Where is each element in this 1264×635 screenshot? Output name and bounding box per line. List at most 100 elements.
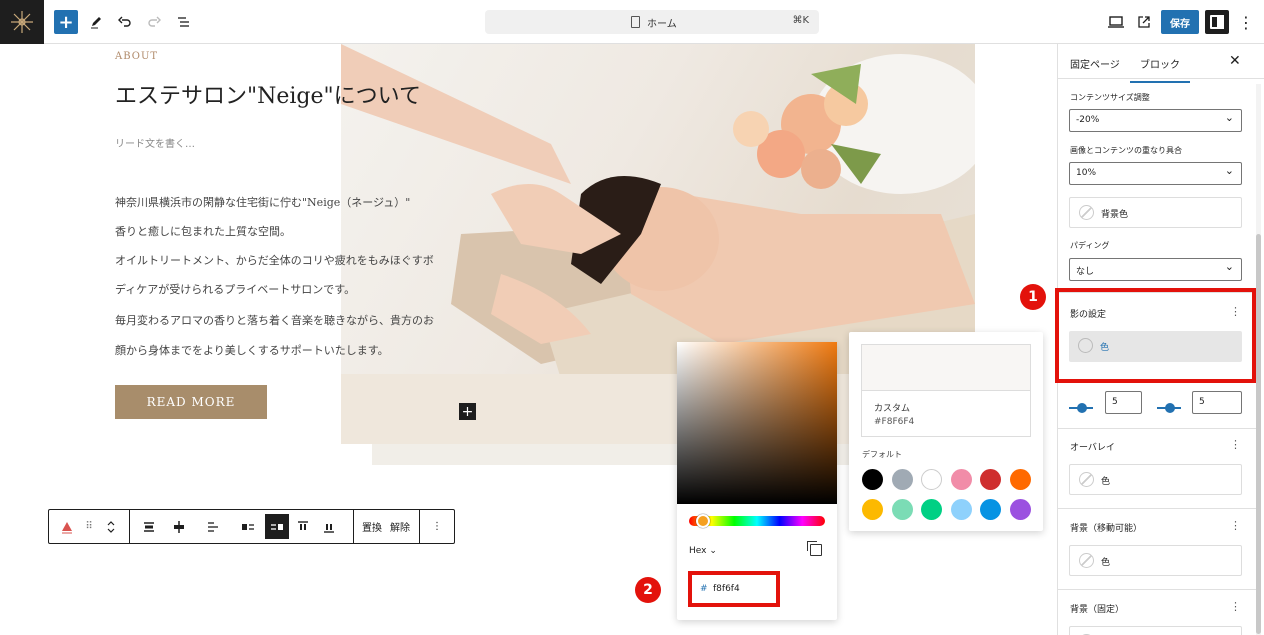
- saturation-area[interactable]: [677, 342, 837, 504]
- preview-device-button[interactable]: [1104, 10, 1128, 34]
- color-swatch[interactable]: [921, 469, 942, 490]
- align-wide-icon[interactable]: [137, 510, 161, 543]
- color-format-select[interactable]: Hex ⌄: [689, 546, 717, 556]
- paragraph-line[interactable]: 神奈川県横浜市の閑静な住宅街に佇む"Neige（ネージュ）": [115, 194, 410, 210]
- background-color-button[interactable]: 背景色: [1069, 197, 1242, 228]
- color-palette-popover: カスタム #F8F6F4 デフォルト: [849, 332, 1043, 531]
- bg-movable-title: 背景（移動可能）: [1070, 524, 1143, 534]
- vertical-align-top-icon[interactable]: [291, 510, 315, 543]
- overlay-color-button[interactable]: 色: [1069, 464, 1242, 495]
- bg-fixed-title: 背景（固定）: [1070, 605, 1125, 615]
- tab-page[interactable]: 固定ページ: [1070, 56, 1120, 71]
- color-swatch[interactable]: [1009, 499, 1031, 520]
- hue-slider-thumb[interactable]: [696, 514, 710, 528]
- shortcut-hint: ⌘K: [792, 15, 809, 26]
- color-swatch[interactable]: [980, 469, 1001, 490]
- color-swatch[interactable]: [862, 469, 883, 490]
- read-more-button[interactable]: READ MORE: [115, 385, 267, 419]
- chevrons-icon: [107, 520, 115, 533]
- section-divider: [1058, 589, 1256, 590]
- paragraph-line[interactable]: 顔から身体までをより美しくするサポートいたします。: [115, 342, 389, 358]
- annotation-badge-2: 2: [635, 577, 661, 603]
- lead-text-placeholder[interactable]: リード文を書く…: [115, 135, 195, 150]
- replace-button[interactable]: 置換: [359, 510, 385, 543]
- drag-handle-icon[interactable]: ⠿: [79, 510, 99, 543]
- block-toolbar: ⠿ 置換 解除 ⋮: [48, 509, 455, 544]
- media-right-icon[interactable]: [265, 514, 289, 539]
- settings-panel-toggle[interactable]: [1205, 10, 1229, 34]
- background-color-label: 背景色: [1101, 210, 1129, 220]
- site-logo[interactable]: [0, 0, 44, 44]
- color-picker-popover: Hex ⌄ # f8f6f4: [677, 342, 837, 620]
- bg-fixed-options-kebab-icon[interactable]: ⋮: [1230, 600, 1241, 613]
- overlay-title: オーバレイ: [1070, 443, 1115, 453]
- snowflake-logo-icon: [11, 11, 33, 33]
- undo-icon: [118, 16, 131, 27]
- text-align-icon[interactable]: [201, 510, 225, 543]
- custom-color-preview[interactable]: カスタム #F8F6F4: [861, 344, 1031, 437]
- section-divider: [1058, 428, 1256, 429]
- bg-fixed-color-button[interactable]: [1069, 626, 1242, 635]
- hex-input[interactable]: # f8f6f4: [688, 571, 780, 607]
- bg-movable-color-button[interactable]: 色: [1069, 545, 1242, 576]
- valign-top-glyph: [298, 520, 308, 530]
- desktop-icon: [1108, 16, 1124, 28]
- external-link-icon: [1138, 16, 1150, 28]
- document-title: ホーム: [647, 19, 677, 30]
- redo-button[interactable]: [142, 10, 166, 34]
- close-icon[interactable]: ✕: [1229, 53, 1241, 69]
- shadow-h-input[interactable]: 5: [1105, 391, 1142, 414]
- bg-movable-options-kebab-icon[interactable]: ⋮: [1230, 519, 1241, 532]
- custom-color-swatch[interactable]: [862, 345, 1030, 391]
- unlink-button[interactable]: 解除: [387, 510, 413, 543]
- color-swatch[interactable]: [950, 499, 972, 520]
- custom-color-label: カスタム: [874, 404, 911, 414]
- overlay-options-kebab-icon[interactable]: ⋮: [1230, 438, 1241, 451]
- custom-color-hex: #F8F6F4: [874, 417, 915, 427]
- block-inserter-button[interactable]: +: [54, 10, 78, 34]
- options-kebab-icon[interactable]: ⋮: [1234, 10, 1258, 34]
- add-block-plus-icon[interactable]: +: [459, 403, 476, 420]
- pencil-icon: [91, 17, 101, 29]
- block-type-icon[interactable]: [55, 510, 79, 543]
- view-page-button[interactable]: [1132, 10, 1156, 34]
- move-up-down-icon[interactable]: [99, 510, 123, 543]
- toolbar-divider: [353, 510, 354, 543]
- vertical-align-bottom-icon[interactable]: [317, 510, 341, 543]
- document-overview-button[interactable]: [172, 10, 196, 34]
- media-left-icon[interactable]: [236, 510, 260, 543]
- align-center-icon[interactable]: [167, 510, 191, 543]
- undo-button[interactable]: [113, 10, 137, 34]
- color-swatch[interactable]: [1009, 469, 1031, 490]
- valign-bottom-glyph: [324, 523, 334, 533]
- copy-icon[interactable]: [807, 541, 822, 556]
- tools-pencil-button[interactable]: [84, 10, 108, 34]
- redo-icon: [148, 16, 161, 27]
- annotation-badge-1: 1: [1020, 284, 1046, 310]
- overlap-select[interactable]: 10%: [1069, 162, 1242, 185]
- save-button[interactable]: 保存: [1161, 10, 1199, 34]
- command-palette-bar[interactable]: ホーム ⌘K: [485, 10, 819, 34]
- section-eyebrow[interactable]: ABOUT: [115, 51, 158, 62]
- section-divider: [1058, 508, 1256, 509]
- shadow-v-slider[interactable]: [1157, 401, 1181, 415]
- color-swatch[interactable]: [891, 499, 913, 520]
- color-swatch[interactable]: [891, 469, 913, 490]
- color-swatch[interactable]: [950, 469, 972, 490]
- shadow-h-slider[interactable]: [1069, 401, 1093, 415]
- content-size-select[interactable]: -20%: [1069, 109, 1242, 132]
- section-heading[interactable]: エステサロン"Neige"について: [115, 78, 421, 110]
- shadow-v-input[interactable]: 5: [1192, 391, 1242, 414]
- paragraph-line[interactable]: 香りと癒しに包まれた上質な空間。: [115, 223, 291, 239]
- padding-select[interactable]: なし: [1069, 258, 1242, 281]
- color-swatch[interactable]: [862, 499, 883, 520]
- paragraph-line[interactable]: オイルトリートメント、からだ全体のコリや疲れをもみほぐすボ: [115, 252, 434, 268]
- hex-value: f8f6f4: [713, 584, 740, 594]
- block-options-kebab-icon[interactable]: ⋮: [425, 510, 449, 543]
- sidebar-scrollbar-thumb[interactable]: [1256, 234, 1261, 634]
- paragraph-line[interactable]: 毎月変わるアロマの香りと落ち着く音楽を聴きながら、貴方のお: [115, 312, 434, 328]
- paragraph-line[interactable]: ディケアが受けられるプライベートサロンです。: [115, 281, 355, 297]
- block-type-triangle-icon: [62, 521, 72, 533]
- color-swatch[interactable]: [980, 499, 1001, 520]
- color-swatch[interactable]: [921, 499, 942, 520]
